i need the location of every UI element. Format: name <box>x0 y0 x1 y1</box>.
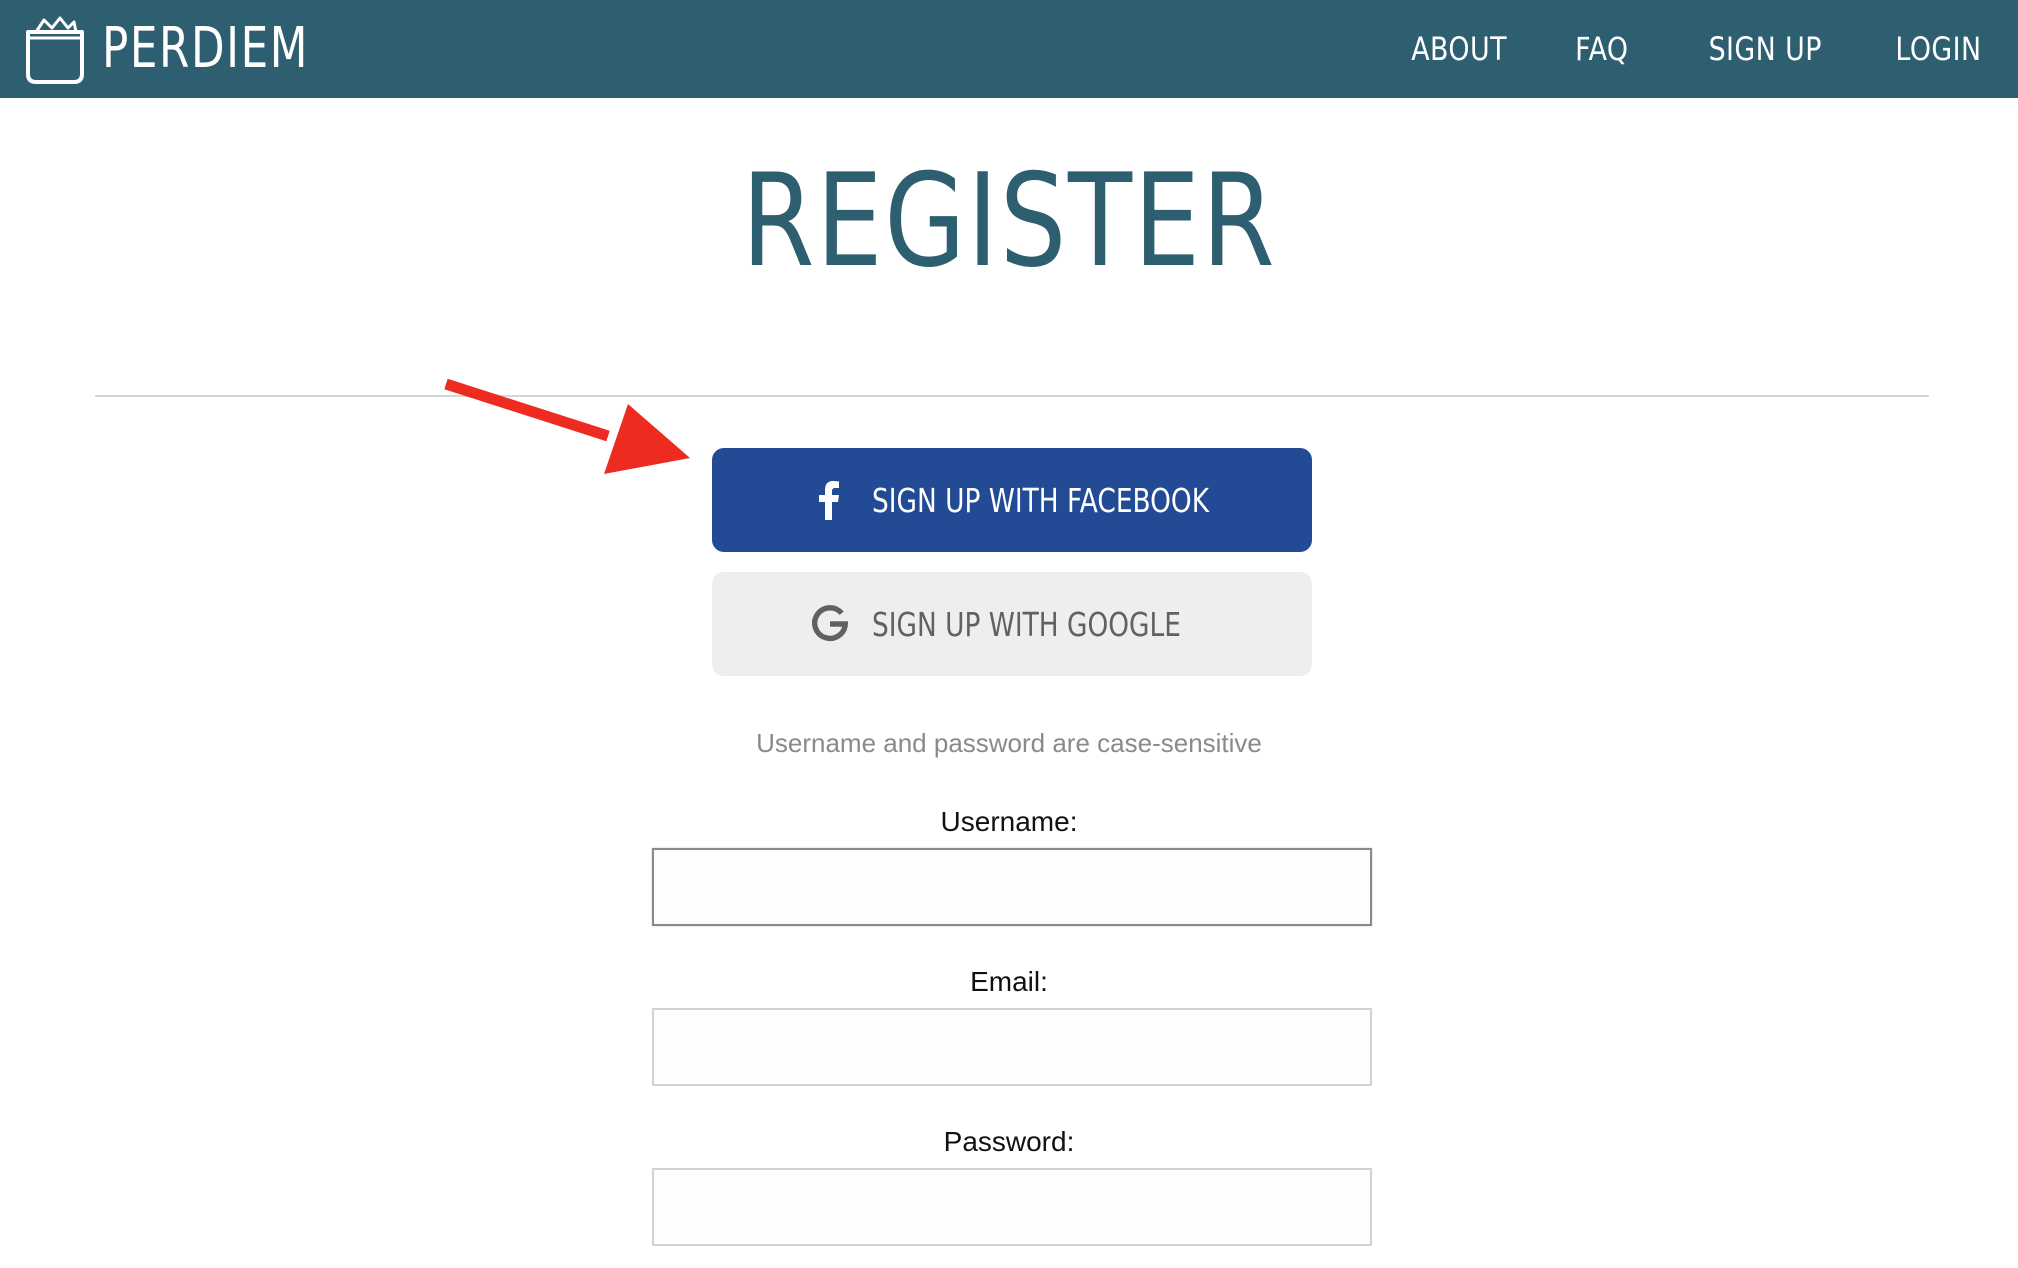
email-label: Email: <box>970 966 1048 997</box>
nav-faq[interactable]: FAQ <box>1575 30 1628 68</box>
brand-name: PERDIEM <box>102 16 310 81</box>
section-divider <box>95 395 1929 397</box>
page-title-text: REGISTER <box>741 147 1277 296</box>
nav-sign-up[interactable]: SIGN UP <box>1708 30 1821 68</box>
facebook-icon <box>819 481 839 520</box>
sign-up-google-button[interactable]: SIGN UP WITH GOOGLE <box>712 572 1312 676</box>
case-sensitivity-hint: Username and password are case-sensitive <box>756 728 1262 758</box>
email-input[interactable] <box>652 1008 1372 1086</box>
page-title: REGISTER <box>0 158 2018 286</box>
password-input[interactable] <box>652 1168 1372 1246</box>
sign-up-facebook-button[interactable]: SIGN UP WITH FACEBOOK <box>712 448 1312 552</box>
google-button-label: SIGN UP WITH GOOGLE <box>872 604 1181 644</box>
nav-about[interactable]: ABOUT <box>1411 30 1507 68</box>
password-label: Password: <box>943 1126 1075 1157</box>
nav-login[interactable]: LOGIN <box>1896 30 1982 68</box>
annotation-arrow-icon <box>444 378 690 474</box>
username-input[interactable] <box>652 848 1372 926</box>
facebook-button-label: SIGN UP WITH FACEBOOK <box>872 480 1210 520</box>
brand-logo-link[interactable]: PERDIEM <box>24 12 367 86</box>
basket-logo-icon <box>26 16 84 84</box>
username-label: Username: <box>940 806 1078 837</box>
main-nav: ABOUT FAQ SIGN UP LOGIN <box>1335 0 1982 98</box>
top-navigation-bar: PERDIEM ABOUT FAQ SIGN UP LOGIN <box>0 0 2018 98</box>
google-icon <box>812 605 848 642</box>
